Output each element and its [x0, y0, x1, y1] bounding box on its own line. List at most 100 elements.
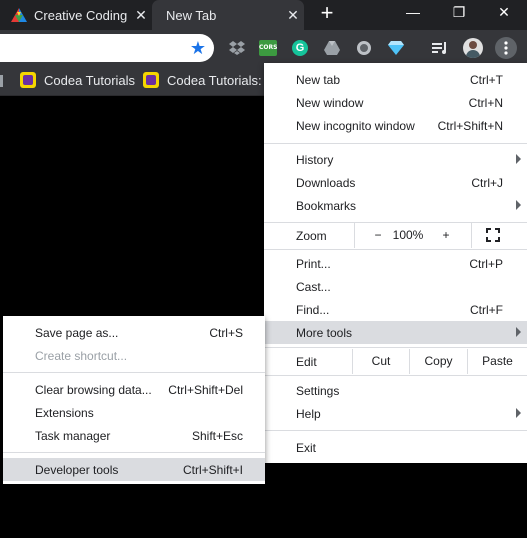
menu-label: More tools: [296, 325, 353, 340]
rainbow-triangle-icon: [10, 7, 28, 23]
menu-label: Help: [296, 406, 321, 421]
menu-separator: [264, 143, 527, 144]
submenu-item-create-shortcut: Create shortcut...: [3, 344, 265, 367]
menu-item-new-tab[interactable]: New tab Ctrl+T: [264, 68, 527, 91]
menu-label: History: [296, 152, 334, 167]
menu-label: New incognito window: [296, 118, 415, 133]
menu-separator: [264, 347, 527, 348]
menu-label: Print...: [296, 256, 331, 271]
drive-icon[interactable]: [322, 38, 342, 58]
profile-avatar[interactable]: [463, 38, 483, 58]
close-icon[interactable]: ✕: [282, 7, 304, 24]
bookmark-overflow-edge: [0, 75, 3, 87]
menu-label: Bookmarks: [296, 198, 357, 213]
diamond-icon[interactable]: [386, 38, 406, 58]
tab-new-tab[interactable]: New Tab ✕: [152, 0, 304, 30]
submenu-item-save-page[interactable]: Save page as... Ctrl+S: [3, 321, 265, 344]
record-icon[interactable]: [354, 38, 374, 58]
menu-label: Downloads: [296, 175, 356, 190]
restore-button[interactable]: ❐: [436, 0, 482, 26]
menu-shortcut: Shift+Esc: [191, 428, 243, 443]
menu-dots-icon[interactable]: [495, 37, 517, 59]
copy-button[interactable]: Copy: [409, 349, 467, 374]
menu-item-new-window[interactable]: New window Ctrl+N: [264, 91, 527, 114]
menu-label: Exit: [296, 440, 317, 455]
menu-label: Save page as...: [35, 325, 119, 340]
menu-label: Zoom: [296, 228, 327, 243]
bookmark-codea-tutorials[interactable]: Codea Tutorials: [20, 72, 135, 88]
menu-item-bookmarks[interactable]: Bookmarks: [264, 194, 527, 217]
menu-shortcut: Ctrl+F: [470, 302, 503, 317]
menu-label: Cast...: [296, 279, 331, 294]
menu-shortcut: Ctrl+Shift+N: [437, 118, 503, 133]
menu-label: New tab: [296, 72, 341, 87]
menu-label: Create shortcut...: [35, 348, 128, 363]
menu-label: Developer tools: [35, 462, 119, 477]
zoom-in-button[interactable]: +: [436, 224, 456, 247]
new-tab-button[interactable]: +: [316, 2, 338, 26]
menu-shortcut: Ctrl+J: [471, 175, 503, 190]
menu-item-cast[interactable]: Cast...: [264, 275, 527, 298]
menu-label: Task manager: [35, 428, 111, 443]
tab-creative-coding[interactable]: Creative Coding ✕: [0, 0, 152, 30]
menu-item-zoom: Zoom − 100% +: [264, 223, 527, 248]
fullscreen-icon[interactable]: [486, 228, 500, 242]
submenu-item-extensions[interactable]: Extensions: [3, 401, 265, 424]
menu-item-downloads[interactable]: Downloads Ctrl+J: [264, 171, 527, 194]
menu-separator: [264, 375, 527, 376]
submenu-arrow-icon: [516, 408, 521, 418]
submenu-item-clear-browsing-data[interactable]: Clear browsing data... Ctrl+Shift+Del: [3, 378, 265, 401]
bookmark-codea-tutorials-2[interactable]: Codea Tutorials: T: [143, 72, 273, 88]
dropbox-icon[interactable]: [227, 38, 247, 58]
bookmark-label: Codea Tutorials: [44, 72, 136, 88]
zoom-level: 100%: [392, 228, 424, 242]
menu-label: Clear browsing data...: [35, 382, 152, 397]
menu-label: New window: [296, 95, 364, 110]
menu-label: Find...: [296, 302, 330, 317]
menu-item-incognito[interactable]: New incognito window Ctrl+Shift+N: [264, 114, 527, 137]
menu-item-print[interactable]: Print... Ctrl+P: [264, 252, 527, 275]
menu-item-more-tools[interactable]: More tools: [264, 321, 527, 344]
chrome-main-menu: New tab Ctrl+T New window Ctrl+N New inc…: [264, 63, 527, 463]
menu-shortcut: Ctrl+Shift+I: [182, 462, 243, 477]
zoom-out-button[interactable]: −: [368, 224, 388, 247]
menu-item-find[interactable]: Find... Ctrl+F: [264, 298, 527, 321]
media-icon[interactable]: [430, 38, 450, 58]
address-bar[interactable]: ★: [0, 34, 214, 62]
codea-icon: [20, 72, 36, 88]
codea-icon: [143, 72, 159, 88]
menu-separator: [264, 249, 527, 250]
paste-button[interactable]: Paste: [467, 349, 527, 374]
more-tools-submenu: Save page as... Ctrl+S Create shortcut..…: [3, 316, 265, 484]
menu-separator: [3, 452, 265, 453]
grammarly-icon[interactable]: G: [290, 38, 310, 58]
minimize-button[interactable]: —: [390, 0, 436, 26]
menu-shortcut: Ctrl+P: [469, 256, 503, 271]
menu-item-history[interactable]: History: [264, 148, 527, 171]
menu-shortcut: Ctrl+Shift+Del: [168, 382, 243, 397]
tab-title: New Tab: [166, 7, 217, 23]
menu-item-help[interactable]: Help: [264, 402, 527, 425]
submenu-arrow-icon: [516, 327, 521, 337]
menu-shortcut: Ctrl+N: [468, 95, 503, 110]
menu-label: Edit: [296, 354, 317, 369]
menu-label: Extensions: [35, 405, 94, 420]
menu-item-edit: Edit Cut Copy Paste: [264, 349, 527, 374]
menu-separator: [3, 372, 265, 373]
submenu-item-task-manager[interactable]: Task manager Shift+Esc: [3, 424, 265, 447]
submenu-arrow-icon: [516, 200, 521, 210]
submenu-item-developer-tools[interactable]: Developer tools Ctrl+Shift+I: [3, 458, 265, 481]
menu-shortcut: Ctrl+T: [470, 72, 503, 87]
menu-label: Settings: [296, 383, 340, 398]
menu-separator: [264, 430, 527, 431]
window-close-button[interactable]: ✕: [481, 0, 527, 26]
bookmark-label: Codea Tutorials: T: [167, 72, 273, 88]
menu-item-settings[interactable]: Settings: [264, 379, 527, 402]
cors-icon[interactable]: CORS: [258, 38, 278, 58]
submenu-arrow-icon: [516, 154, 521, 164]
cut-button[interactable]: Cut: [352, 349, 409, 374]
menu-item-exit[interactable]: Exit: [264, 436, 527, 459]
bookmark-star-icon[interactable]: ★: [190, 38, 206, 58]
close-icon[interactable]: ✕: [130, 7, 152, 24]
tab-strip: Creative Coding ✕ New Tab ✕ + — ❐ ✕: [0, 0, 527, 30]
